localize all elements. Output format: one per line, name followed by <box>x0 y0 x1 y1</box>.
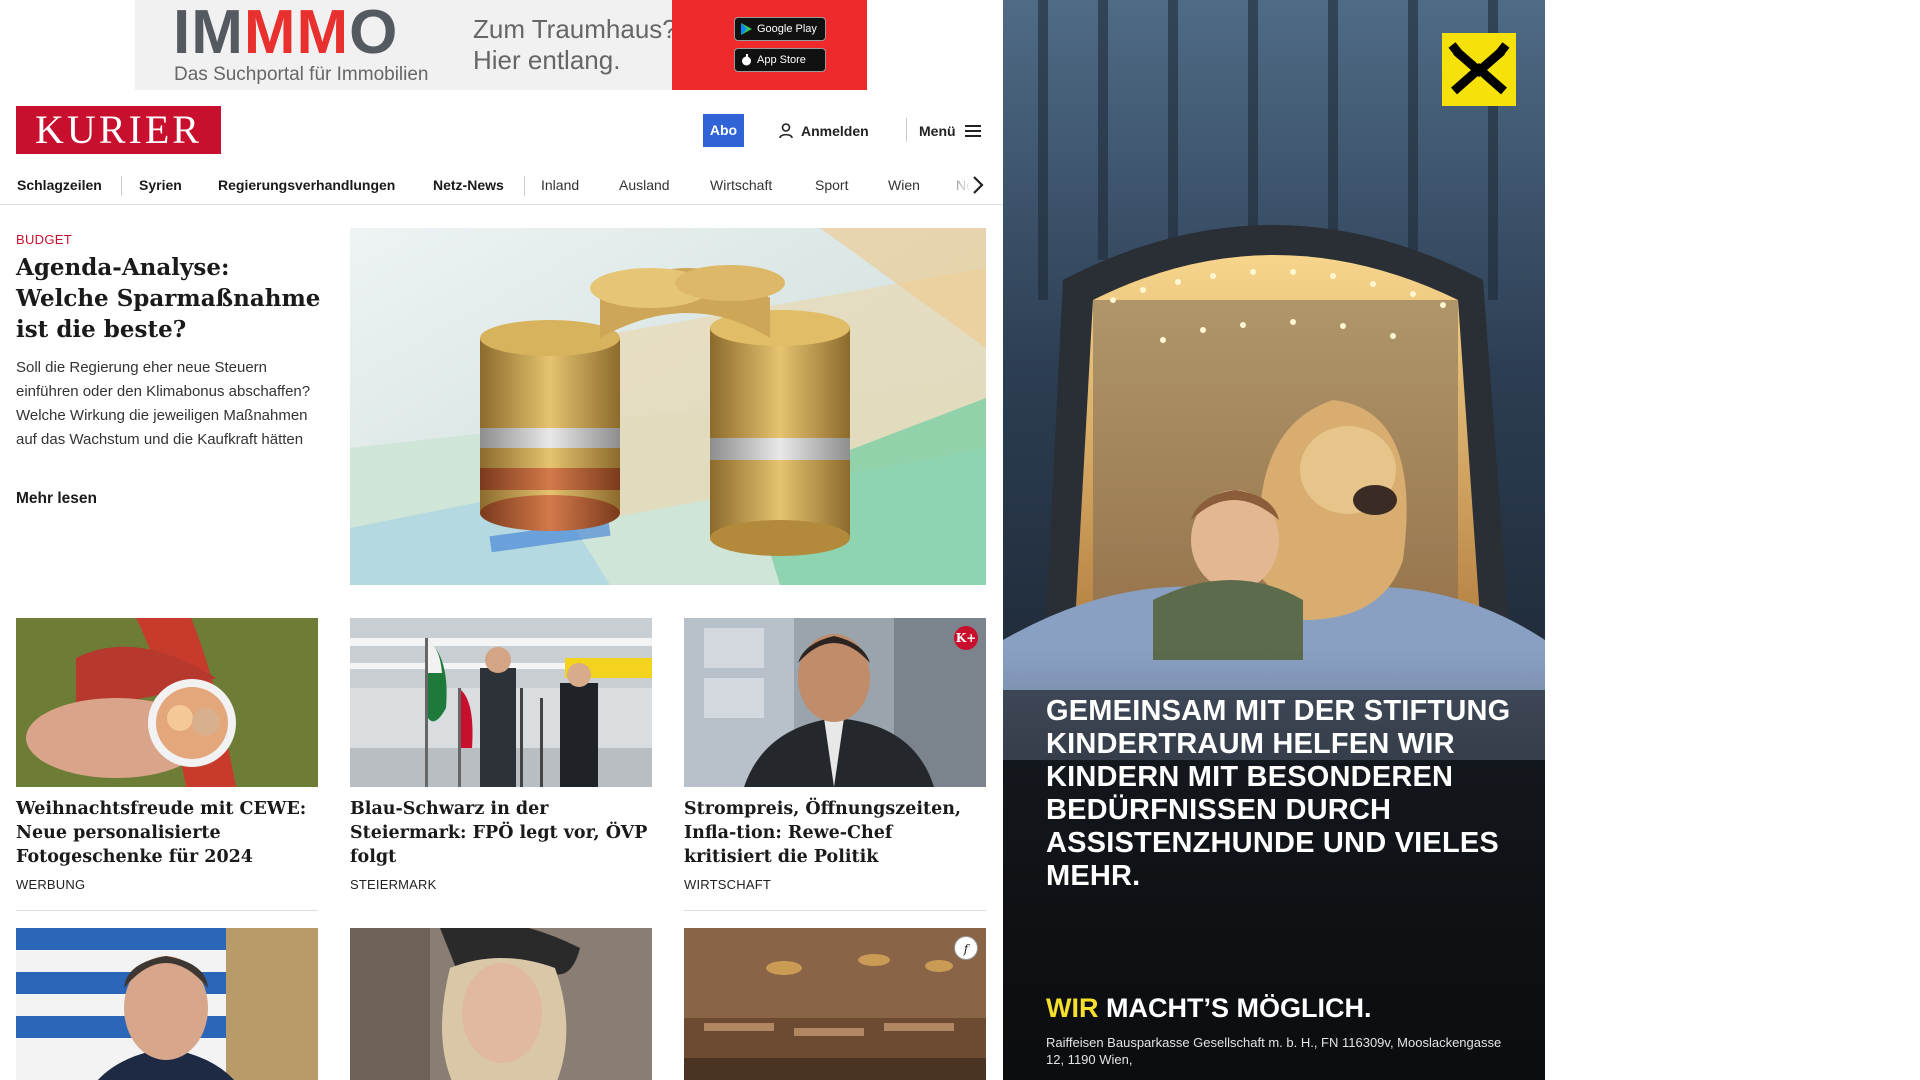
chevron-right-icon[interactable] <box>966 173 990 197</box>
abo-button[interactable]: Abo <box>703 114 744 147</box>
immmo-claim: Zum Traumhaus? Hier entlang. <box>473 14 677 76</box>
login-button[interactable]: Anmelden <box>779 119 869 143</box>
page: IMMMO Das Suchportal für Immobilien Zum … <box>0 0 1920 1080</box>
apple-icon <box>742 54 751 66</box>
header-divider <box>906 118 907 142</box>
nav-item-netz-news[interactable]: Netz-News <box>433 177 504 193</box>
raiffeisen-gable-cross-icon <box>1448 42 1510 95</box>
page-background-right <box>1545 0 1920 1080</box>
nav-item-ausland[interactable]: Ausland <box>619 177 670 193</box>
immmo-claim-line1: Zum Traumhaus? <box>473 14 677 44</box>
immmo-store-panel: Google Play App Store <box>672 0 867 90</box>
ad-headline: Gemeinsam mit der Stiftung Kindertraum h… <box>1046 695 1511 892</box>
lead-kicker[interactable]: BUDGET <box>16 232 72 247</box>
article-thumb-greece[interactable] <box>16 928 318 1080</box>
raiffeisen-skyscraper-ad[interactable]: Gemeinsam mit der Stiftung Kindertraum h… <box>1003 0 1545 1080</box>
photo-rewe-chef <box>684 618 986 787</box>
immmo-logo: IMMMO <box>173 0 399 67</box>
immmo-claim-line2: Hier entlang. <box>473 45 621 75</box>
article-card-row2-3[interactable]: f <box>684 928 986 1080</box>
lead-title[interactable]: Agenda-Analyse: Welche Sparmaßnahme ist … <box>16 252 326 345</box>
google-play-badge[interactable]: Google Play <box>734 17 826 41</box>
nav-item-inland[interactable]: Inland <box>541 177 579 193</box>
ad-legal-text: Raiffeisen Bausparkasse Gesellschaft m. … <box>1046 1035 1502 1067</box>
photo-ornament <box>16 618 318 787</box>
article-title[interactable]: Blau-Schwarz in der Steiermark: FPÖ legt… <box>350 797 652 869</box>
kplus-premium-badge: K+ <box>954 626 978 650</box>
nav-divider <box>524 176 525 196</box>
article-card-cewe[interactable]: Weihnachtsfreude mit CEWE: Neue personal… <box>16 618 318 892</box>
immmo-banner-ad[interactable]: IMMMO Das Suchportal für Immobilien Zum … <box>135 0 867 90</box>
photo-politician <box>16 928 318 1080</box>
photo-restaurant <box>684 928 986 1080</box>
nav-items: Schlagzeilen Syrien Regierungsverhandlun… <box>0 167 970 204</box>
article-card-steiermark[interactable]: Blau-Schwarz in der Steiermark: FPÖ legt… <box>350 618 652 892</box>
nav-item-sport[interactable]: Sport <box>815 177 848 193</box>
article-category[interactable]: WERBUNG <box>16 877 318 892</box>
nav-item-wirtschaft[interactable]: Wirtschaft <box>710 177 772 193</box>
article-card-rewe[interactable]: K+ Strompreis, Öffnungszeiten, Infla-tio… <box>684 618 986 892</box>
kurier-logo[interactable]: KURIER <box>16 106 221 154</box>
menu-button[interactable]: Menü <box>919 119 981 143</box>
article-thumb-cewe[interactable] <box>16 618 318 787</box>
article-thumb-rewe[interactable]: K+ <box>684 618 986 787</box>
article-title[interactable]: Strompreis, Öffnungszeiten, Infla-tion: … <box>684 797 986 869</box>
section-nav: Schlagzeilen Syrien Regierungsverhandlun… <box>0 167 1003 205</box>
article-card-row2-1[interactable] <box>16 928 318 1080</box>
menu-label: Menü <box>919 123 956 139</box>
ad-slogan-highlight: WIR <box>1046 993 1099 1023</box>
article-category[interactable]: WIRTSCHAFT <box>684 877 986 892</box>
immmo-subline: Das Suchportal für Immobilien <box>174 64 429 85</box>
ad-slogan: WIR MACHT’S MÖGLICH. <box>1046 993 1371 1024</box>
hamburger-icon <box>964 125 981 137</box>
site-header: KURIER Abo Anmelden Menü <box>0 100 1003 160</box>
coins-illustration <box>350 228 986 585</box>
login-label: Anmelden <box>801 123 869 139</box>
ad-photo-boy-dog <box>1003 0 1545 1080</box>
photo-woman-hat <box>350 928 652 1080</box>
read-more-link[interactable]: Mehr lesen <box>16 490 97 508</box>
raiffeisen-logo <box>1442 33 1516 106</box>
article-category[interactable]: STEIERMARK <box>350 877 652 892</box>
photo-press-conference <box>350 618 652 787</box>
article-card-row2-2[interactable] <box>350 928 652 1080</box>
card-divider <box>684 910 986 911</box>
nav-item-schlagzeilen[interactable]: Schlagzeilen <box>17 177 102 193</box>
app-store-badge[interactable]: App Store <box>734 48 826 72</box>
card-divider <box>16 910 318 911</box>
nav-divider <box>121 176 122 196</box>
ad-slogan-rest: MACHT’S MÖGLICH. <box>1098 993 1372 1023</box>
nav-item-syrien[interactable]: Syrien <box>139 177 182 193</box>
nav-item-wien[interactable]: Wien <box>888 177 920 193</box>
news-column: IMMMO Das Suchportal für Immobilien Zum … <box>0 0 1003 1080</box>
article-thumb-steiermark[interactable] <box>350 618 652 787</box>
nav-item-regierungsverhandlungen[interactable]: Regierungsverhandlungen <box>218 177 395 193</box>
article-thumb-restaurant[interactable]: f <box>684 928 986 1080</box>
user-icon <box>779 123 793 139</box>
lead-teaser: Soll die Regierung eher neue Steuern ein… <box>16 359 311 448</box>
article-thumb-woman[interactable] <box>350 928 652 1080</box>
google-play-icon <box>741 23 752 35</box>
feature-badge: f <box>954 936 978 960</box>
lead-image-coins[interactable] <box>350 228 986 585</box>
article-title[interactable]: Weihnachtsfreude mit CEWE: Neue personal… <box>16 797 318 869</box>
